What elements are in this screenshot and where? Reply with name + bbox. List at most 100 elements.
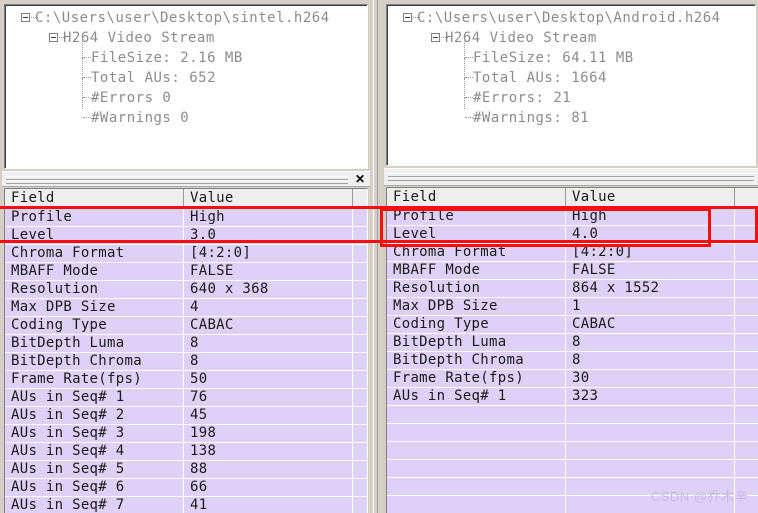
table-row[interactable]: AUs in Seq# 3 198: [5, 425, 367, 443]
left-pane-caption-bar[interactable]: ✕: [2, 171, 370, 187]
table-row[interactable]: Coding Type CABAC: [5, 317, 367, 335]
column-header-value[interactable]: Value: [566, 188, 735, 207]
cell-value: 323: [566, 388, 735, 405]
tree-node[interactable]: H264 Video Stream: [387, 28, 755, 48]
table-row[interactable]: MBAFF Mode FALSE: [387, 262, 758, 280]
table-row[interactable]: AUs in Seq# 6 66: [5, 479, 367, 497]
table-row[interactable]: [387, 442, 758, 460]
cell-extra: [353, 407, 367, 424]
cell-extra: [735, 280, 758, 297]
table-row[interactable]: Coding Type CABAC: [387, 316, 758, 334]
tree-dash-icon: [465, 117, 473, 119]
tree-node[interactable]: FileSize: 2.16 MB: [5, 38, 367, 68]
cell-extra: [353, 335, 367, 352]
table-row[interactable]: Resolution 640 x 368: [5, 281, 367, 299]
table-row[interactable]: AUs in Seq# 1 76: [5, 389, 367, 407]
column-header-extra[interactable]: [353, 189, 367, 208]
tree-node[interactable]: #Errors 0: [5, 78, 367, 108]
table-row[interactable]: MBAFF Mode FALSE: [5, 263, 367, 281]
cell-extra: [353, 263, 367, 280]
tree-connector-line: [82, 38, 84, 58]
tree-node[interactable]: Total AUs: 652: [5, 58, 367, 88]
cell-value: 8: [566, 352, 735, 369]
cell-extra: [735, 208, 758, 225]
cell-value: 88: [184, 461, 353, 478]
table-row[interactable]: [387, 460, 758, 478]
cell-field: AUs in Seq# 3: [5, 425, 184, 442]
left-properties-table[interactable]: Field Value Profile High Level 3.0 Chroma Fo…: [4, 188, 368, 513]
cell-extra: [735, 406, 758, 423]
table-row[interactable]: Resolution 864 x 1552: [387, 280, 758, 298]
cell-extra: [353, 389, 367, 406]
cell-extra: [735, 334, 758, 351]
left-tree[interactable]: C:\Users\user\Desktop\sintel.h264 H264 Vi…: [5, 5, 367, 128]
right-tree[interactable]: C:\Users\user\Desktop\Android.h264 H264 V…: [387, 5, 755, 128]
column-header-field[interactable]: Field: [387, 188, 566, 207]
cell-extra: [735, 244, 758, 261]
tree-node[interactable]: #Warnings: 81: [387, 98, 755, 128]
table-row[interactable]: Level 4.0: [387, 226, 758, 244]
left-table-body[interactable]: Profile High Level 3.0 Chroma Format [4:2:0] M…: [5, 209, 367, 513]
minus-square-icon[interactable]: [431, 33, 440, 42]
left-panel: C:\Users\user\Desktop\sintel.h264 H264 Vi…: [0, 0, 372, 513]
minus-square-icon[interactable]: [403, 13, 412, 22]
column-header-extra[interactable]: [735, 188, 758, 207]
column-header-value[interactable]: Value: [184, 189, 353, 208]
right-pane-caption-bar[interactable]: [384, 168, 758, 186]
cell-field: AUs in Seq# 5: [5, 461, 184, 478]
cell-extra: [353, 443, 367, 460]
left-tree-view[interactable]: C:\Users\user\Desktop\sintel.h264 H264 Vi…: [4, 4, 368, 169]
panel-splitter[interactable]: [372, 0, 380, 513]
cell-field: Resolution: [5, 281, 184, 298]
table-row[interactable]: Profile High: [5, 209, 367, 227]
left-table-header: Field Value: [5, 189, 367, 209]
table-row[interactable]: AUs in Seq# 5 88: [5, 461, 367, 479]
table-row[interactable]: AUs in Seq# 1 323: [387, 388, 758, 406]
right-properties-table[interactable]: Field Value Profile High Level 4.0 Chroma Fo…: [386, 187, 758, 513]
minus-square-icon[interactable]: [49, 33, 58, 42]
cell-field: BitDepth Chroma: [387, 352, 566, 369]
cell-value: 8: [184, 335, 353, 352]
table-row[interactable]: AUs in Seq# 7 41: [5, 497, 367, 513]
table-row[interactable]: BitDepth Luma 8: [5, 335, 367, 353]
table-row[interactable]: Chroma Format [4:2:0]: [5, 245, 367, 263]
tree-node[interactable]: #Warnings 0: [5, 98, 367, 128]
minus-square-icon[interactable]: [21, 13, 30, 22]
table-row[interactable]: Max DPB Size 4: [5, 299, 367, 317]
tree-node[interactable]: Total AUs: 1664: [387, 58, 755, 88]
cell-field: Coding Type: [387, 316, 566, 333]
column-header-field[interactable]: Field: [5, 189, 184, 208]
cell-extra: [353, 371, 367, 388]
right-panel: C:\Users\user\Desktop\Android.h264 H264 V…: [380, 0, 758, 513]
cell-field: [387, 424, 566, 441]
right-tree-view[interactable]: C:\Users\user\Desktop\Android.h264 H264 V…: [386, 4, 756, 166]
table-row[interactable]: [387, 406, 758, 424]
cell-field: Resolution: [387, 280, 566, 297]
table-row[interactable]: AUs in Seq# 4 138: [5, 443, 367, 461]
table-row[interactable]: BitDepth Chroma 8: [387, 352, 758, 370]
right-table-body[interactable]: Profile High Level 4.0 Chroma Format [4:2:0] M…: [387, 208, 758, 513]
table-row[interactable]: AUs in Seq# 2 45: [5, 407, 367, 425]
tree-node[interactable]: #Errors: 21: [387, 78, 755, 108]
cell-value: [566, 406, 735, 423]
tree-dash-icon: [465, 97, 473, 99]
cell-value: 138: [184, 443, 353, 460]
cell-extra: [353, 317, 367, 334]
tree-connector-line: [464, 98, 466, 109]
tree-node[interactable]: FileSize: 64.11 MB: [387, 38, 755, 68]
table-row[interactable]: Chroma Format [4:2:0]: [387, 244, 758, 262]
table-row[interactable]: BitDepth Luma 8: [387, 334, 758, 352]
table-row[interactable]: Level 3.0: [5, 227, 367, 245]
tree-node-label: #Errors 0: [91, 90, 172, 106]
cell-field: Max DPB Size: [5, 299, 184, 316]
table-row[interactable]: [387, 424, 758, 442]
tree-node[interactable]: H264 Video Stream: [5, 28, 367, 48]
table-row[interactable]: Profile High: [387, 208, 758, 226]
table-row[interactable]: Frame Rate(fps) 50: [5, 371, 367, 389]
table-row[interactable]: Frame Rate(fps) 30: [387, 370, 758, 388]
tree-node[interactable]: C:\Users\user\Desktop\Android.h264: [387, 8, 755, 28]
close-icon[interactable]: ✕: [353, 172, 367, 186]
table-row[interactable]: Max DPB Size 1: [387, 298, 758, 316]
table-row[interactable]: BitDepth Chroma 8: [5, 353, 367, 371]
tree-node[interactable]: C:\Users\user\Desktop\sintel.h264: [5, 8, 367, 28]
